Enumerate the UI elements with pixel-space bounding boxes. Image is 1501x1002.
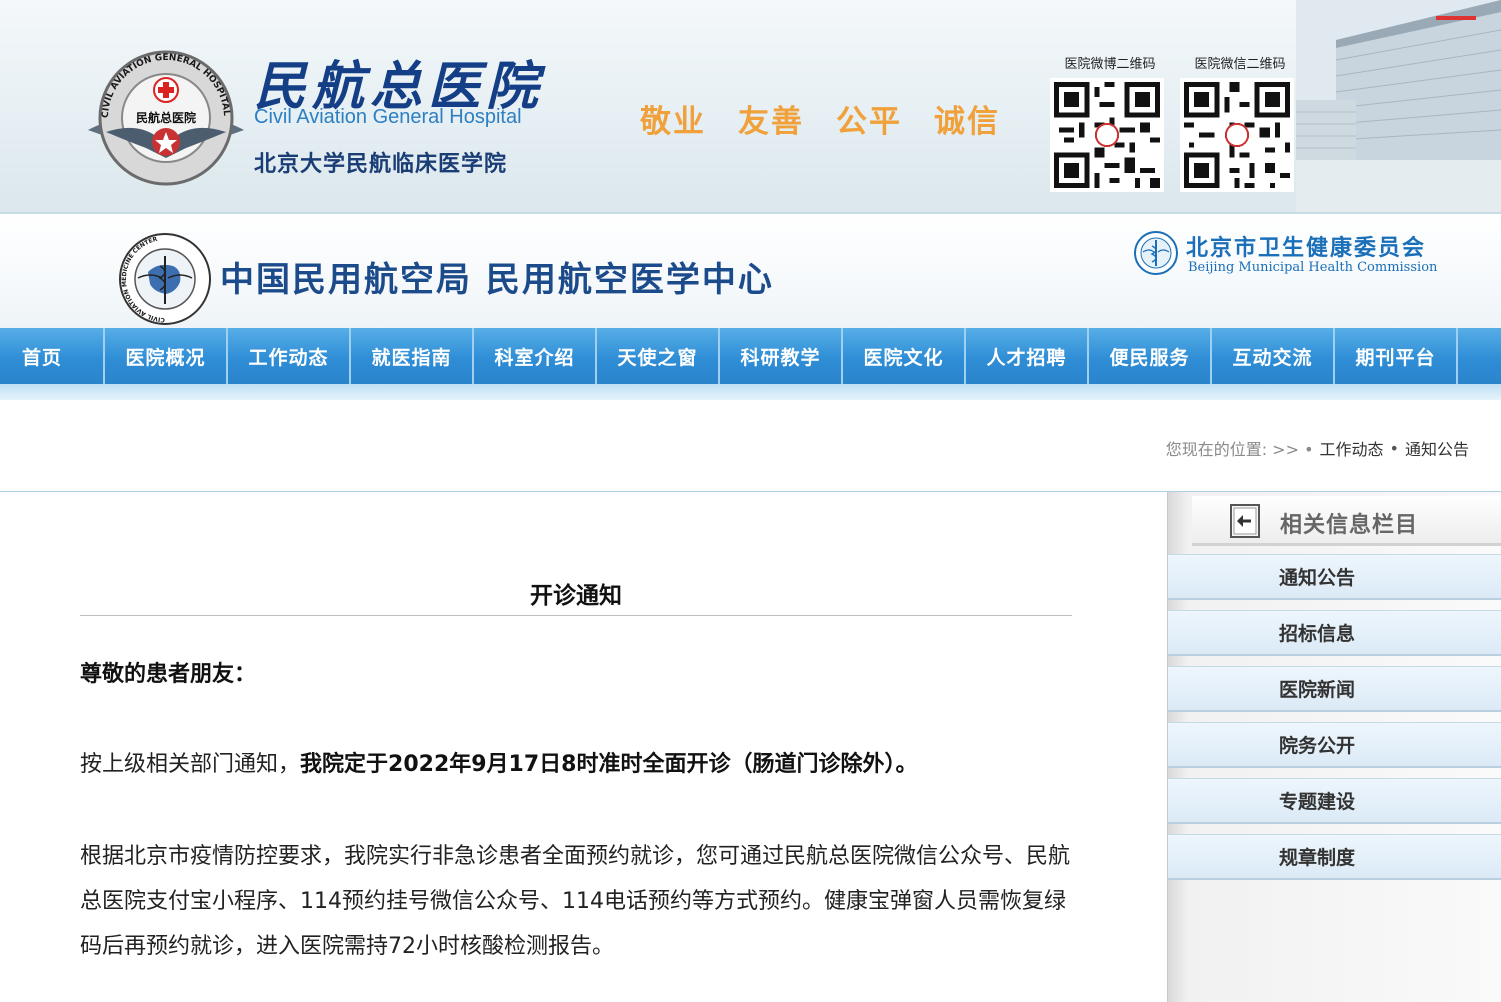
sidebar-item-notices[interactable]: 通知公告	[1168, 554, 1501, 600]
article-title: 开诊通知	[530, 583, 622, 609]
main-nav: 首页 医院概况 工作动态 就医指南 科室介绍 天使之窗 科研教学 医院文化 人才…	[0, 328, 1501, 384]
sidebar-item-regulations[interactable]: 规章制度	[1168, 834, 1501, 880]
caac-title: 中国民用航空局 民用航空医学中心	[220, 260, 774, 300]
weibo-qr: 医院微博二维码	[1050, 53, 1170, 192]
slogan: 敬业 友善 公平 诚信	[640, 96, 1000, 141]
sidebar-item-label: 医院新闻	[1278, 679, 1355, 701]
paragraph-lead: 按上级相关部门通知，	[80, 752, 301, 777]
nav-item-services[interactable]: 便民服务	[1089, 328, 1212, 384]
hospital-building-image	[1296, 0, 1501, 212]
title-divider	[80, 615, 1072, 616]
emblem-center-text: 民航总医院	[136, 110, 196, 125]
back-arrow-icon	[1230, 504, 1260, 538]
nav-item-interaction[interactable]: 互动交流	[1212, 328, 1335, 384]
qr-code-icon	[1050, 78, 1164, 192]
sidebar-item-tenders[interactable]: 招标信息	[1168, 610, 1501, 656]
sidebar-item-affairs[interactable]: 院务公开	[1168, 722, 1501, 768]
nav-item-recruitment[interactable]: 人才招聘	[966, 328, 1089, 384]
sidebar-item-label: 专题建设	[1278, 791, 1355, 813]
nav-item-angel-window[interactable]: 天使之窗	[597, 328, 720, 384]
sidebar-item-label: 招标信息	[1278, 623, 1355, 645]
breadcrumb-link-notices[interactable]: 通知公告	[1405, 436, 1469, 460]
nav-item-journal[interactable]: 期刊平台	[1335, 328, 1458, 384]
nav-item-news[interactable]: 工作动态	[228, 328, 351, 384]
sidebar-item-label: 规章制度	[1278, 847, 1355, 869]
sidebar-item-special-topics[interactable]: 专题建设	[1168, 778, 1501, 824]
nav-item-guide[interactable]: 就医指南	[351, 328, 474, 384]
nav-item-overview[interactable]: 医院概况	[105, 328, 228, 384]
slogan-word: 公平	[836, 104, 902, 140]
nav-item-research[interactable]: 科研教学	[720, 328, 843, 384]
sidebar-header: 相关信息栏目	[1192, 496, 1501, 546]
breadcrumb-link-news[interactable]: 工作动态	[1320, 436, 1384, 460]
slogan-word: 敬业	[640, 104, 706, 140]
article: 开诊通知 尊敬的患者朋友： 按上级相关部门通知，我院定于2022年9月17日8时…	[0, 492, 1167, 1002]
sidebar-item-label: 院务公开	[1278, 735, 1355, 757]
caac-emblem-icon: CIVIL AVIATION MEDICINE CENTER	[119, 233, 211, 325]
sidebar-item-label: 通知公告	[1278, 567, 1355, 589]
hospital-subtitle: 北京大学民航临床医学院	[254, 151, 508, 177]
article-greeting: 尊敬的患者朋友：	[80, 662, 257, 687]
weibo-qr-label: 医院微博二维码	[1064, 57, 1156, 72]
article-paragraph-2: 根据北京市疫情防控要求，我院实行非急诊患者全面预约就诊，您可通过民航总医院微信公…	[80, 844, 1071, 959]
hospital-emblem-icon: CIVIL AVIATION GENERAL HOSPITAL 民航总医院	[88, 50, 244, 186]
nav-underline	[0, 384, 1501, 400]
bmhc-logo-icon	[1134, 231, 1178, 275]
wechat-qr-label: 医院微信二维码	[1194, 57, 1286, 72]
slogan-word: 友善	[738, 104, 804, 140]
sidebar-title: 相关信息栏目	[1280, 513, 1419, 538]
nav-item-culture[interactable]: 医院文化	[843, 328, 966, 384]
paragraph-highlight: 我院定于2022年9月17日8时准时全面开诊（肠道门诊除外）。	[300, 752, 918, 777]
article-paragraph-1: 按上级相关部门通知，我院定于2022年9月17日8时准时全面开诊（肠道门诊除外）…	[80, 746, 1080, 778]
top-header: CIVIL AVIATION GENERAL HOSPITAL 民航总医院 民航…	[0, 0, 1501, 212]
qr-code-icon	[1180, 78, 1294, 192]
bmhc-name-cn: 北京市卫生健康委员会	[1186, 236, 1427, 261]
nav-item-home[interactable]: 首页	[0, 328, 105, 384]
bmhc-name-en: Beijing Municipal Health Commission	[1188, 260, 1438, 275]
breadcrumb-prefix: 您现在的位置: >> •	[1165, 440, 1314, 459]
wechat-qr: 医院微信二维码	[1180, 53, 1300, 192]
sub-header: CIVIL AVIATION MEDICINE CENTER 中国民用航空局 民…	[0, 212, 1501, 328]
breadcrumb-separator: •	[1389, 438, 1399, 458]
sidebar: 相关信息栏目 通知公告 招标信息 医院新闻 院务公开 专题建设 规章制度	[1167, 492, 1501, 1002]
sidebar-item-hospital-news[interactable]: 医院新闻	[1168, 666, 1501, 712]
breadcrumb: 您现在的位置: >> • 工作动态 • 通知公告	[0, 400, 1501, 492]
nav-item-departments[interactable]: 科室介绍	[474, 328, 597, 384]
slogan-word: 诚信	[934, 104, 1000, 140]
hospital-name-en: Civil Aviation General Hospital	[254, 106, 522, 128]
